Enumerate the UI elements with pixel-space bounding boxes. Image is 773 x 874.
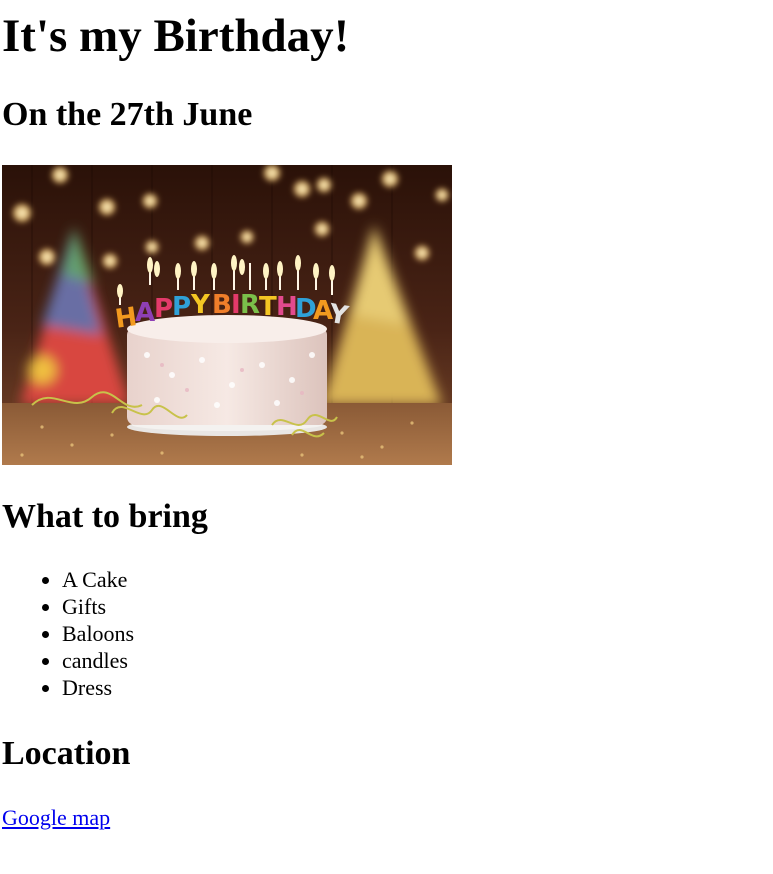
svg-text:P: P [154,294,173,324]
what-to-bring-heading: What to bring [2,498,208,535]
location-heading: Location [2,735,131,772]
list-item: Baloons [62,620,134,647]
list-item: candles [62,647,134,674]
list-item: Gifts [62,593,134,620]
svg-text:A: A [135,298,155,328]
list-item: A Cake [62,566,134,593]
google-map-link[interactable]: Google map [2,804,110,831]
date-heading: On the 27th June [2,96,253,133]
svg-text:B: B [212,290,232,320]
bring-list: A Cake Gifts Baloons candles Dress [22,566,134,701]
page-title: It's my Birthday! [2,10,350,62]
list-item: Dress [62,674,134,701]
svg-text:Y: Y [190,290,211,320]
svg-text:T: T [259,292,277,322]
birthday-cake-image: H A P P Y B I R T H D A Y [2,165,452,465]
svg-text:P: P [172,292,191,322]
svg-text:R: R [240,290,260,320]
